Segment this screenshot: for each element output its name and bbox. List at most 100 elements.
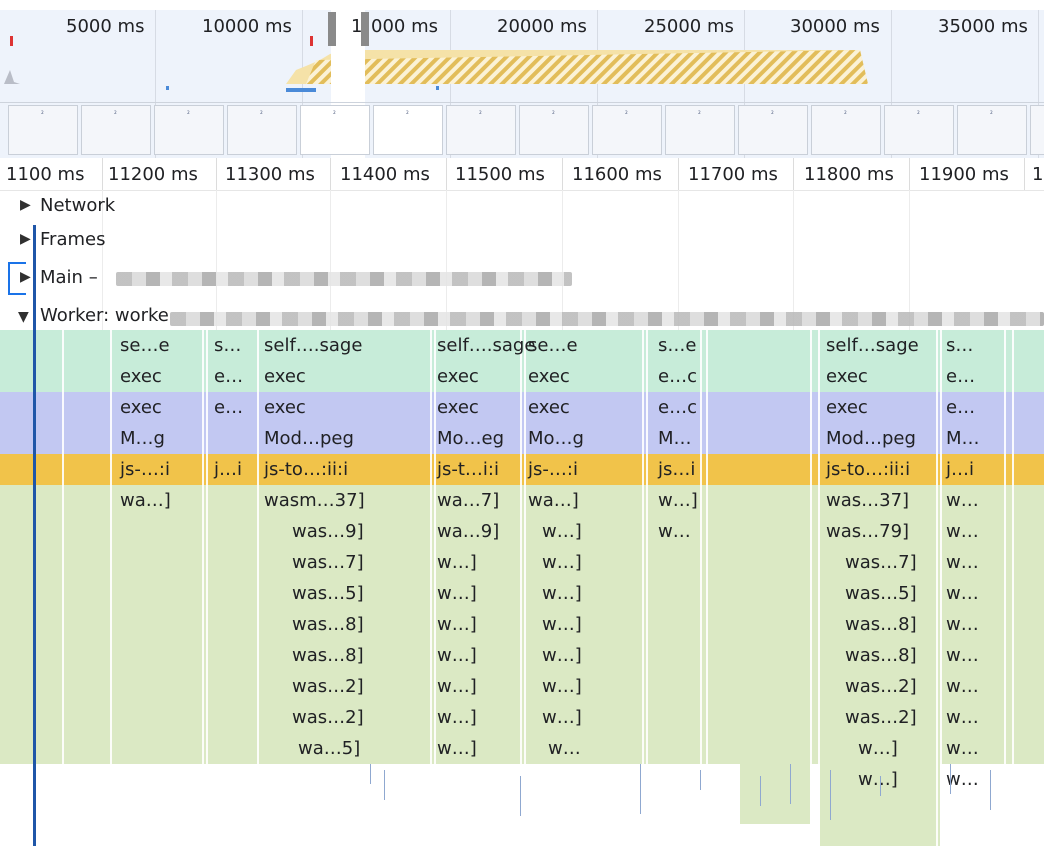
flame-event[interactable]: w… [946,609,979,640]
screenshot-thumbnail[interactable]: ₂ [1030,105,1044,155]
flame-event[interactable]: was…8] [845,609,917,640]
flame-event[interactable]: se…e [120,330,170,361]
flame-event[interactable]: was…2] [845,702,917,733]
screenshot-thumbnail[interactable]: ₂ [738,105,808,155]
flame-event[interactable]: was…8] [845,640,917,671]
flame-event[interactable]: was…9] [292,516,364,547]
flame-event[interactable]: wa…] [528,485,579,516]
screenshot-thumbnail[interactable]: ₂ [811,105,881,155]
flame-event[interactable]: exec [826,392,868,423]
flame-event[interactable]: was…8] [292,609,364,640]
screenshot-thumbnail[interactable]: ₂ [884,105,954,155]
flame-event[interactable]: w…] [437,671,477,702]
flame-event[interactable]: exec [437,392,479,423]
flame-event[interactable]: M… [946,423,980,454]
flame-event[interactable]: w… [946,547,979,578]
flame-event[interactable]: exec [528,392,570,423]
flame-event[interactable]: w…] [542,640,582,671]
selection-left-handle[interactable] [328,12,336,46]
flame-event[interactable]: wa…] [120,485,171,516]
flame-event[interactable]: w… [946,671,979,702]
flame-event[interactable]: w…] [437,702,477,733]
flame-event[interactable]: w…] [437,578,477,609]
flame-event[interactable]: exec [826,361,868,392]
collapse-arrow-icon[interactable]: ▼ [18,309,29,325]
flame-event[interactable]: j…i [946,454,974,485]
flame-event[interactable]: js-…:i [120,454,170,485]
flame-event[interactable]: w… [658,516,691,547]
flame-event[interactable]: Mo…g [528,423,584,454]
flame-event[interactable]: was…2] [292,671,364,702]
flame-event[interactable]: w… [946,578,979,609]
flame-event[interactable]: exec [264,361,306,392]
flame-event[interactable]: e… [946,392,975,423]
flame-event[interactable]: w…] [542,516,582,547]
flame-event[interactable]: exec [437,361,479,392]
flame-event[interactable]: e… [946,361,975,392]
flame-event[interactable]: w… [946,640,979,671]
screenshot-thumbnail[interactable]: ₂ [8,105,78,155]
flame-event[interactable]: was…2] [845,671,917,702]
screenshot-thumbnail[interactable]: ₂ [957,105,1027,155]
flame-event[interactable]: w… [946,516,979,547]
screenshot-thumbnail[interactable]: ₂ [519,105,589,155]
flame-event[interactable]: js-to…:ii:i [264,454,348,485]
flame-event[interactable]: s… [946,330,973,361]
flame-event[interactable]: w…] [858,764,898,795]
flame-event[interactable]: s…e [658,330,696,361]
flame-event[interactable]: e…c [658,361,697,392]
flame-event[interactable]: was…7] [292,547,364,578]
flame-event[interactable]: w… [548,733,581,764]
flame-event[interactable]: w…] [437,640,477,671]
flame-event[interactable]: exec [528,361,570,392]
screenshot-thumbnail[interactable]: ₂ [81,105,151,155]
flame-event[interactable]: exec [120,361,162,392]
flame-event[interactable]: e…c [658,392,697,423]
screenshot-thumbnail[interactable]: ₂ [373,105,443,155]
screenshot-thumbnail[interactable]: ₂ [300,105,370,155]
flame-event[interactable]: was…37] [826,485,909,516]
flame-event[interactable]: wa…7] [437,485,499,516]
flame-event[interactable]: wa…5] [298,733,360,764]
flame-event[interactable]: w… [946,485,979,516]
expand-arrow-icon[interactable]: ▶ [20,197,31,213]
screenshot-thumbnail[interactable]: ₂ [665,105,735,155]
screenshot-thumbnail[interactable]: ₂ [227,105,297,155]
flame-event[interactable]: Mod…peg [826,423,916,454]
flame-event[interactable]: w…] [437,609,477,640]
flame-event[interactable]: exec [264,392,306,423]
flame-event[interactable]: s… [214,330,241,361]
flame-event[interactable]: w… [946,702,979,733]
flame-event[interactable]: w…] [542,609,582,640]
expand-arrow-icon[interactable]: ▶ [20,269,31,285]
flame-event[interactable]: wa…9] [437,516,499,547]
flame-event[interactable]: self….sage [437,330,535,361]
flame-event[interactable]: js…i [658,454,695,485]
flame-event[interactable]: was…8] [292,640,364,671]
flame-event[interactable]: j…i [214,454,242,485]
screenshot-thumbnail[interactable]: ₂ [154,105,224,155]
flame-event[interactable]: was…7] [845,547,917,578]
flame-event[interactable]: w…] [542,578,582,609]
timeline-overview[interactable]: 5000 ms 10000 ms 1 000 ms 20000 ms 25000… [0,0,1044,158]
screenshot-thumbnail[interactable]: ₂ [592,105,662,155]
flame-event[interactable]: w… [946,733,979,764]
flame-event[interactable]: M… [658,423,692,454]
flame-event[interactable]: js-t…i:i [437,454,499,485]
flame-event[interactable]: was…5] [845,578,917,609]
worker-flame-chart[interactable]: se…e s… self….sage self….sage se…e s…e self…sa… [0,330,1044,846]
flame-event[interactable]: was…2] [292,702,364,733]
flame-event[interactable]: js-…:i [528,454,578,485]
flame-event[interactable]: was…5] [292,578,364,609]
flame-event[interactable]: was…79] [826,516,909,547]
flame-event[interactable]: w…] [542,671,582,702]
flame-event[interactable]: wasm…37] [264,485,365,516]
flame-event[interactable]: w…] [542,702,582,733]
screenshot-thumbnail[interactable]: ₂ [446,105,516,155]
flame-event[interactable]: self….sage [264,330,362,361]
flame-event[interactable]: e… [214,392,243,423]
flame-event[interactable]: w…] [437,733,477,764]
flame-event[interactable]: se…e [528,330,578,361]
expand-arrow-icon[interactable]: ▶ [20,231,31,247]
flame-event[interactable]: w…] [858,733,898,764]
